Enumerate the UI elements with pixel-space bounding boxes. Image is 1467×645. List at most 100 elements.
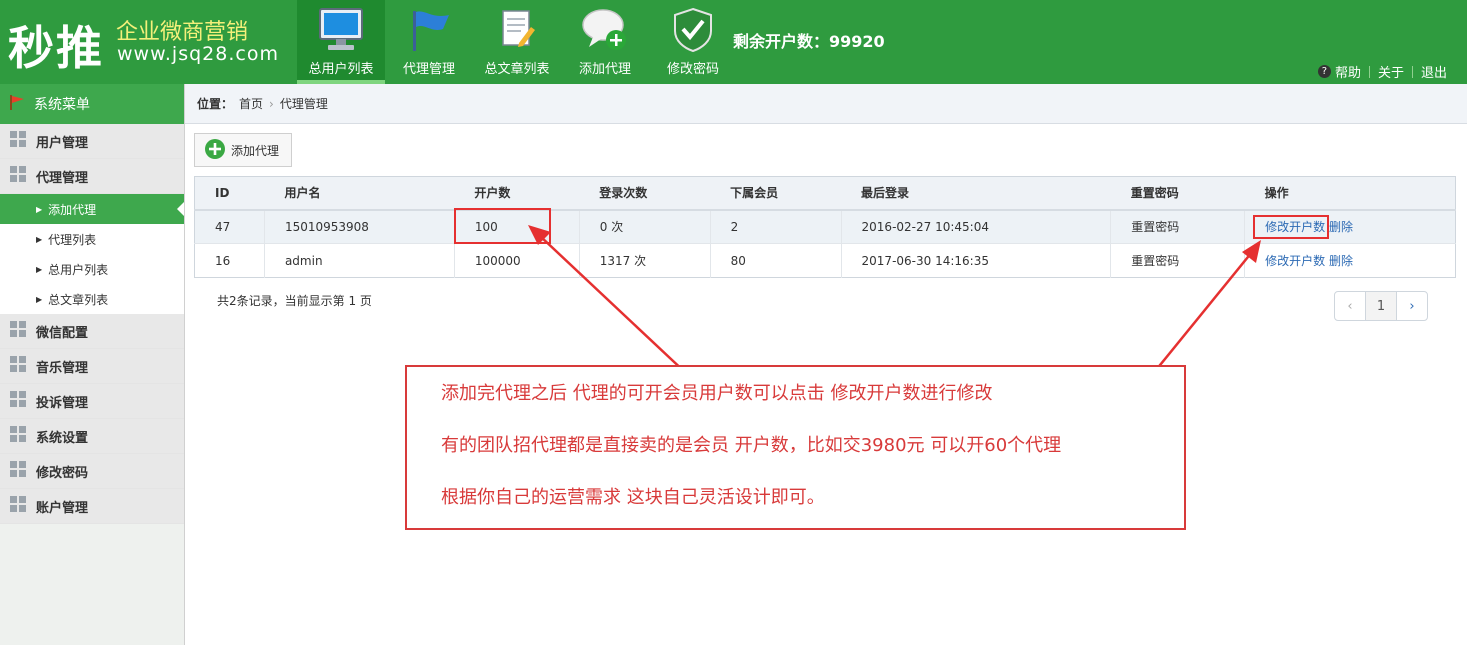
sidebar-item-agent-management[interactable]: 代理管理: [0, 159, 184, 194]
cell-members: 80: [710, 243, 842, 278]
cell-logins: 1317 次: [579, 243, 711, 278]
sidebar-item-music-management[interactable]: 音乐管理: [0, 349, 184, 384]
table-header-row: ID 用户名 开户数 登录次数 下属会员 最后登录 重置密码 操作: [194, 176, 1456, 211]
sidebar-subitem-add-agent[interactable]: ▶ 添加代理: [0, 194, 184, 224]
breadcrumb: 位置： 首页 › 代理管理: [185, 84, 1467, 124]
sidebar-item-system-settings[interactable]: 系统设置: [0, 419, 184, 454]
triangle-right-icon: ▶: [36, 204, 43, 214]
add-agent-label: 添加代理: [231, 143, 280, 158]
nav-item-article-list[interactable]: 总文章列表: [473, 0, 561, 84]
sidebar-subitem-label: 添加代理: [48, 202, 97, 217]
cell-actions: 修改开户数 删除: [1244, 243, 1456, 278]
cell-id: 47: [194, 209, 265, 244]
nav-label: 总文章列表: [484, 62, 550, 77]
sidebar-subitem-label: 总用户列表: [48, 262, 109, 277]
logout-link[interactable]: 退出: [1421, 62, 1447, 81]
annotation-note: 添加完代理之后 代理的可开会员用户数可以点击 修改开户数进行修改 有的团队招代理…: [405, 365, 1186, 530]
edit-accounts-link[interactable]: 修改开户数: [1265, 254, 1325, 268]
grid-icon: [10, 130, 27, 152]
grid-icon: [10, 320, 27, 342]
remaining-accounts: 剩余开户数：99920: [733, 32, 885, 51]
sidebar-item-label: 修改密码: [36, 465, 89, 481]
sidebar-title: 系统菜单: [0, 84, 184, 124]
sidebar-item-label: 音乐管理: [36, 360, 89, 376]
help-link[interactable]: 帮助: [1335, 62, 1361, 81]
nav-label: 总用户列表: [308, 62, 374, 77]
sidebar-subitem-agent-list[interactable]: ▶ 代理列表: [0, 224, 184, 254]
about-link[interactable]: 关于: [1378, 62, 1404, 81]
sidebar-item-label: 用户管理: [36, 135, 89, 151]
delete-link[interactable]: 删除: [1329, 254, 1353, 268]
grid-icon: [10, 390, 27, 412]
top-nav: 总用户列表 代理管理 总文章列表 添加代理 修改密码: [297, 0, 737, 84]
document-edit-icon: [492, 6, 542, 54]
nav-item-add-agent[interactable]: 添加代理: [561, 0, 649, 84]
cell-accounts: 100000: [454, 243, 580, 278]
sidebar: 系统菜单 用户管理 代理管理 ▶ 添加代理 ▶ 代理列表 ▶ 总用户列表 ▶ 总…: [0, 84, 185, 645]
note-line: 有的团队招代理都是直接卖的是会员 开户数，比如交3980元 可以开60个代理: [441, 435, 1062, 456]
column-header-username: 用户名: [264, 176, 455, 211]
nav-label: 添加代理: [578, 62, 631, 77]
column-header-reset-password: 重置密码: [1110, 176, 1245, 211]
logo-sub-text: 企业微商营销: [116, 20, 249, 45]
sidebar-item-label: 代理管理: [36, 170, 89, 186]
grid-icon: [10, 460, 27, 482]
sidebar-item-label: 投诉管理: [36, 395, 89, 411]
triangle-right-icon: ▶: [36, 234, 43, 244]
sidebar-subitem-label: 总文章列表: [48, 292, 109, 307]
sidebar-title-label: 系统菜单: [34, 97, 90, 113]
record-count: 共2条记录，当前显示第 1 页: [217, 294, 372, 308]
cell-logins: 0 次: [579, 209, 711, 244]
sidebar-subitem-article-list[interactable]: ▶ 总文章列表: [0, 284, 184, 314]
divider: [1411, 65, 1413, 78]
next-page-button[interactable]: ›: [1396, 291, 1428, 321]
logo-url-text: www.jsq28.com: [117, 43, 279, 65]
sidebar-item-complaint-management[interactable]: 投诉管理: [0, 384, 184, 419]
sidebar-item-user-management[interactable]: 用户管理: [0, 124, 184, 159]
sidebar-item-label: 微信配置: [36, 325, 89, 341]
triangle-right-icon: ▶: [36, 294, 43, 304]
nav-item-user-list[interactable]: 总用户列表: [297, 0, 385, 84]
logo: 秒推 企业微商营销 www.jsq28.com: [0, 0, 297, 84]
cell-username: 15010953908: [264, 209, 455, 244]
sidebar-item-wechat-config[interactable]: 微信配置: [0, 314, 184, 349]
flag-icon: [8, 93, 26, 115]
sidebar-item-change-password[interactable]: 修改密码: [0, 454, 184, 489]
pagination: ‹ 1 ›: [1334, 291, 1428, 321]
help-icon: ?: [1317, 65, 1331, 78]
annotation-highlight-edit-link: [1253, 215, 1329, 239]
sidebar-item-label: 系统设置: [36, 430, 89, 446]
prev-page-button[interactable]: ‹: [1334, 291, 1366, 321]
column-header-actions: 操作: [1244, 176, 1456, 211]
breadcrumb-current: 代理管理: [279, 97, 328, 111]
grid-icon: [10, 165, 27, 187]
nav-label: 修改密码: [666, 62, 719, 77]
flag-icon: [404, 6, 454, 54]
header-bar: 秒推 企业微商营销 www.jsq28.com 总用户列表 代理管理 总文章列表…: [0, 0, 1467, 84]
page-number-button[interactable]: 1: [1365, 291, 1397, 321]
reset-password-link[interactable]: 重置密码: [1110, 243, 1246, 278]
column-header-logins: 登录次数: [579, 176, 711, 211]
sidebar-item-account-management[interactable]: 账户管理: [0, 489, 184, 524]
nav-item-change-password[interactable]: 修改密码: [649, 0, 737, 84]
cell-members: 2: [710, 209, 842, 244]
add-agent-button[interactable]: 添加代理: [194, 133, 292, 167]
note-line: 根据你自己的运营需求 这块自己灵活设计即可。: [441, 487, 825, 508]
top-links: ? 帮助 关于 退出: [1317, 62, 1447, 81]
cell-last-login: 2016-02-27 10:45:04: [841, 209, 1112, 244]
note-line: 添加完代理之后 代理的可开会员用户数可以点击 修改开户数进行修改: [441, 383, 993, 404]
sidebar-subitem-user-list[interactable]: ▶ 总用户列表: [0, 254, 184, 284]
logo-main-text: 秒推: [8, 21, 104, 75]
grid-icon: [10, 425, 27, 447]
triangle-right-icon: ▶: [36, 264, 43, 274]
column-header-last-login: 最后登录: [841, 176, 1111, 211]
nav-item-agent-management[interactable]: 代理管理: [385, 0, 473, 84]
breadcrumb-home[interactable]: 首页: [239, 95, 263, 112]
reset-password-link[interactable]: 重置密码: [1110, 209, 1246, 244]
sidebar-item-label: 账户管理: [36, 500, 89, 516]
chat-add-icon: [580, 6, 630, 54]
annotation-highlight-accounts: [454, 208, 551, 244]
breadcrumb-label: 位置：: [197, 97, 234, 111]
plus-circle-icon: [205, 138, 225, 162]
delete-link[interactable]: 删除: [1329, 220, 1353, 234]
